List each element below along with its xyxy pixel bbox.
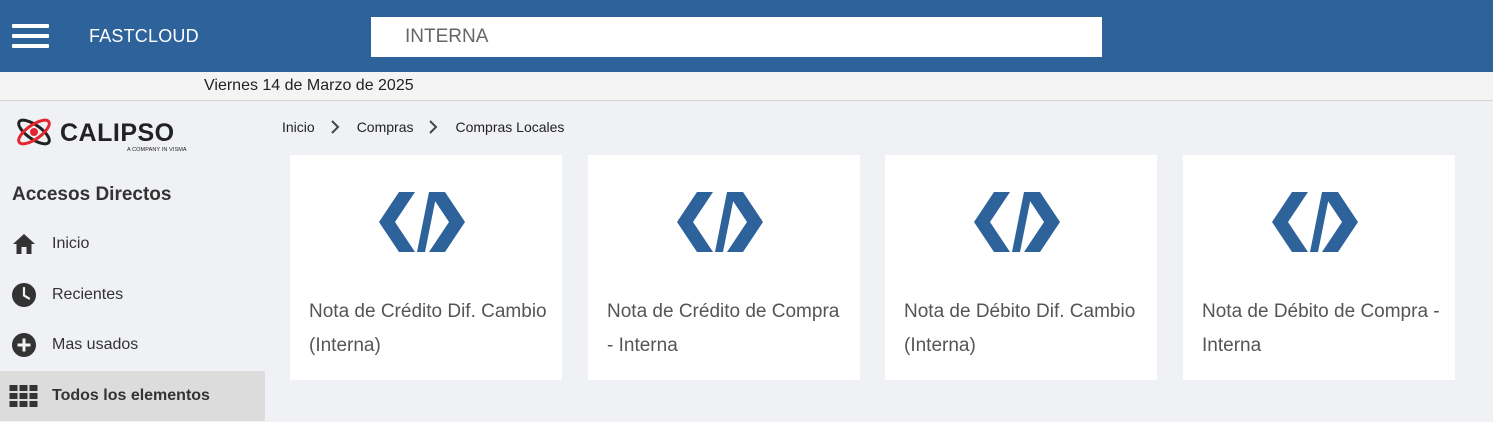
sidebar-item-label: Todos los elementos [52,387,210,404]
calipso-logo: CALIPSO A COMPANY IN VISMA [14,115,204,155]
visma-logo-icon [379,192,465,252]
grid-icon [9,385,38,407]
sidebar: CALIPSO A COMPANY IN VISMA Accesos Direc… [0,101,265,422]
calipso-atom-icon [17,118,51,146]
sidebar-item-recientes[interactable]: Recientes [0,270,265,320]
card-title: Nota de Débito Dif. Cambio (Interna) [904,301,1136,356]
plus-circle-icon [12,333,36,357]
breadcrumb-inicio[interactable]: Inicio [282,119,315,135]
card-nota-credito-dif-cambio[interactable]: Nota de Crédito Dif. Cambio (Interna) [290,155,562,380]
sidebar-item-label: Recientes [52,286,124,303]
card-title: Nota de Débito de Compra - Interna [1202,301,1440,356]
sidebar-item-mas-usados[interactable]: Mas usados [0,320,265,370]
current-date: Viernes 14 de Marzo de 2025 [204,77,414,94]
visma-logo-icon [974,192,1060,252]
card-title: Nota de Crédito de Compra - Interna [607,301,840,356]
breadcrumb-compras[interactable]: Compras [357,119,414,135]
app-title: FASTCLOUD [89,26,199,46]
sidebar-item-inicio[interactable]: Inicio [0,219,265,269]
card-nota-debito-dif-cambio[interactable]: Nota de Débito Dif. Cambio (Interna) [885,155,1157,380]
chevron-right-icon [413,119,455,135]
card-nota-debito-compra[interactable]: Nota de Débito de Compra - Interna [1183,155,1455,380]
breadcrumb-compras-locales[interactable]: Compras Locales [455,119,564,135]
clock-icon [12,283,36,307]
sidebar-item-label: Mas usados [52,336,139,353]
visma-logo-icon [677,192,763,252]
search-input[interactable] [371,17,1102,57]
sidebar-item-todos-los-elementos[interactable]: Todos los elementos [0,371,265,421]
visma-logo-icon [1272,192,1358,252]
home-icon [13,234,35,254]
breadcrumb: Inicio Compras Compras Locales [282,118,564,136]
menu-icon[interactable] [12,22,50,50]
date-bar: Viernes 14 de Marzo de 2025 [0,72,1493,101]
logo-subtitle: A COMPANY IN VISMA [127,147,187,153]
logo-wordmark: CALIPSO [60,119,175,147]
card-title: Nota de Crédito Dif. Cambio (Interna) [309,301,547,356]
sidebar-title: Accesos Directos [12,184,172,205]
card-nota-credito-compra[interactable]: Nota de Crédito de Compra - Interna [588,155,860,380]
top-bar: FASTCLOUD [0,0,1493,72]
chevron-right-icon [315,119,357,135]
sidebar-item-label: Inicio [52,235,90,252]
